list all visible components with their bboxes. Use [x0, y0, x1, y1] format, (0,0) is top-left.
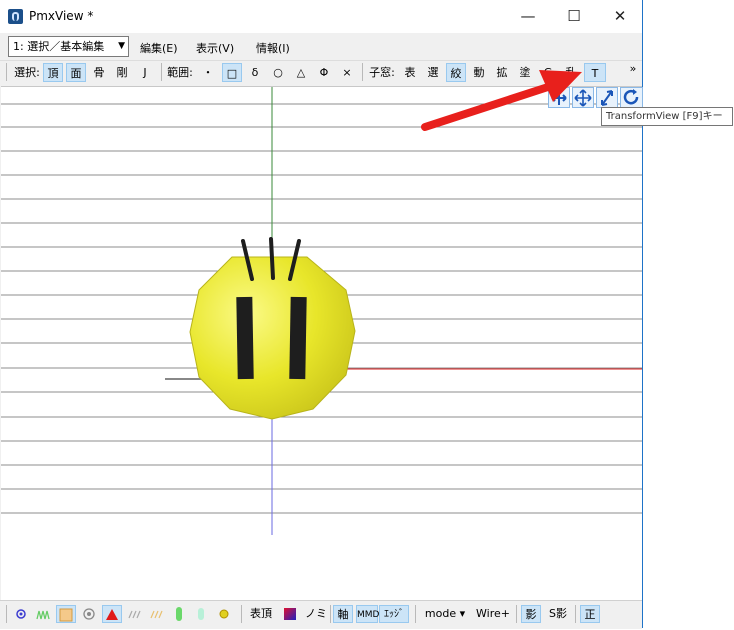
annotation-arrow-icon	[421, 70, 582, 131]
